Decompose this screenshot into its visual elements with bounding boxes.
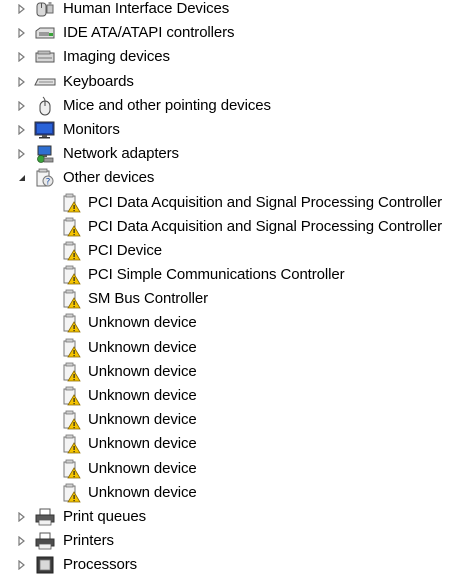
warning-device-icon: [60, 410, 82, 430]
hid-icon: [34, 0, 56, 19]
tree-item-label: Unknown device: [88, 314, 197, 332]
tree-item-printers[interactable]: Printers: [0, 529, 474, 553]
tree-item-label: Unknown device: [88, 362, 197, 380]
ide-controller-icon: [34, 23, 56, 43]
warning-device-icon: [60, 241, 82, 261]
tree-item-device[interactable]: Unknown device: [0, 336, 474, 360]
expand-arrow-icon[interactable]: [16, 94, 28, 118]
warning-device-icon: [60, 313, 82, 333]
warning-device-icon: [60, 483, 82, 503]
tree-item-label: Unknown device: [88, 338, 197, 356]
tree-item-keyboards[interactable]: Keyboards: [0, 70, 474, 94]
tree-item-label: Imaging devices: [63, 48, 170, 66]
warning-device-icon: [60, 362, 82, 382]
tree-item-imaging-devices[interactable]: Imaging devices: [0, 45, 474, 69]
tree-item-device[interactable]: PCI Device: [0, 239, 474, 263]
tree-item-label: PCI Data Acquisition and Signal Processi…: [88, 217, 443, 235]
tree-item-processors[interactable]: Processors: [0, 553, 474, 577]
device-manager-tree: Human Interface Devices IDE ATA/ATAPI co…: [0, 0, 474, 578]
tree-item-label: Unknown device: [88, 435, 197, 453]
tree-item-device[interactable]: Unknown device: [0, 481, 474, 505]
tree-item-label: IDE ATA/ATAPI controllers: [63, 24, 235, 42]
tree-item-mice[interactable]: Mice and other pointing devices: [0, 94, 474, 118]
warning-device-icon: [60, 265, 82, 285]
expand-arrow-icon[interactable]: [16, 0, 28, 21]
tree-item-device[interactable]: PCI Data Acquisition and Signal Processi…: [0, 191, 474, 215]
tree-item-label: PCI Simple Communications Controller: [88, 266, 345, 284]
expand-arrow-icon[interactable]: [16, 70, 28, 94]
tree-item-label: Mice and other pointing devices: [63, 96, 271, 114]
tree-item-device[interactable]: Unknown device: [0, 360, 474, 384]
warning-device-icon: [60, 289, 82, 309]
tree-item-label: Unknown device: [88, 411, 197, 429]
expand-arrow-icon[interactable]: [16, 553, 28, 577]
tree-item-label: Unknown device: [88, 483, 197, 501]
tree-item-label: PCI Device: [88, 241, 163, 259]
tree-item-ide-controllers[interactable]: IDE ATA/ATAPI controllers: [0, 21, 474, 45]
expand-arrow-icon[interactable]: [16, 142, 28, 166]
print-queue-icon: [34, 507, 56, 527]
expand-arrow-icon[interactable]: [16, 118, 28, 142]
expand-arrow-icon[interactable]: [16, 529, 28, 553]
tree-item-human-interface-devices[interactable]: Human Interface Devices: [0, 0, 474, 21]
imaging-device-icon: [34, 47, 56, 67]
tree-item-label: Print queues: [63, 507, 147, 525]
tree-item-label: Unknown device: [88, 459, 197, 477]
tree-item-device[interactable]: Unknown device: [0, 457, 474, 481]
tree-item-label: Monitors: [63, 120, 120, 138]
tree-item-device[interactable]: PCI Simple Communications Controller: [0, 263, 474, 287]
tree-item-label: Unknown device: [88, 387, 197, 404]
tree-item-label: Network adapters: [63, 145, 179, 163]
tree-item-network-adapters[interactable]: Network adapters: [0, 142, 474, 166]
warning-device-icon: [60, 338, 82, 358]
processor-icon: [34, 555, 56, 575]
keyboard-icon: [34, 72, 56, 92]
tree-item-label: Other devices: [63, 169, 155, 187]
tree-item-label: Printers: [63, 532, 114, 550]
printer-icon: [34, 531, 56, 551]
tree-item-monitors[interactable]: Monitors: [0, 118, 474, 142]
tree-item-device[interactable]: Unknown device: [0, 432, 474, 456]
tree-item-device[interactable]: Unknown device: [0, 408, 474, 432]
warning-device-icon: [60, 217, 82, 237]
tree-item-device[interactable]: Unknown device: [0, 311, 474, 335]
expand-arrow-icon[interactable]: [16, 505, 28, 529]
tree-item-print-queues[interactable]: Print queues: [0, 505, 474, 529]
warning-device-icon: [60, 193, 82, 213]
tree-item-label: Human Interface Devices: [63, 0, 230, 17]
collapse-arrow-icon[interactable]: [16, 166, 28, 190]
mouse-icon: [34, 96, 56, 116]
tree-item-label: SM Bus Controller: [88, 290, 209, 308]
network-adapter-icon: [34, 144, 56, 164]
tree-item-device[interactable]: Unknown device: [0, 384, 474, 408]
tree-item-device[interactable]: SM Bus Controller: [0, 287, 474, 311]
monitor-icon: [34, 120, 56, 140]
unknown-device-category-icon: ?: [34, 168, 56, 188]
tree-item-label: Keyboards: [63, 72, 134, 90]
tree-item-other-devices[interactable]: ? Other devices: [0, 166, 474, 190]
tree-item-device[interactable]: PCI Data Acquisition and Signal Processi…: [0, 215, 474, 239]
svg-text:?: ?: [46, 178, 51, 188]
warning-device-icon: [60, 386, 82, 406]
tree-item-label: PCI Data Acquisition and Signal Processi…: [88, 193, 443, 211]
warning-device-icon: [60, 434, 82, 454]
tree-item-label: Processors: [63, 556, 138, 574]
expand-arrow-icon[interactable]: [16, 45, 28, 69]
expand-arrow-icon[interactable]: [16, 21, 28, 45]
warning-device-icon: [60, 459, 82, 479]
